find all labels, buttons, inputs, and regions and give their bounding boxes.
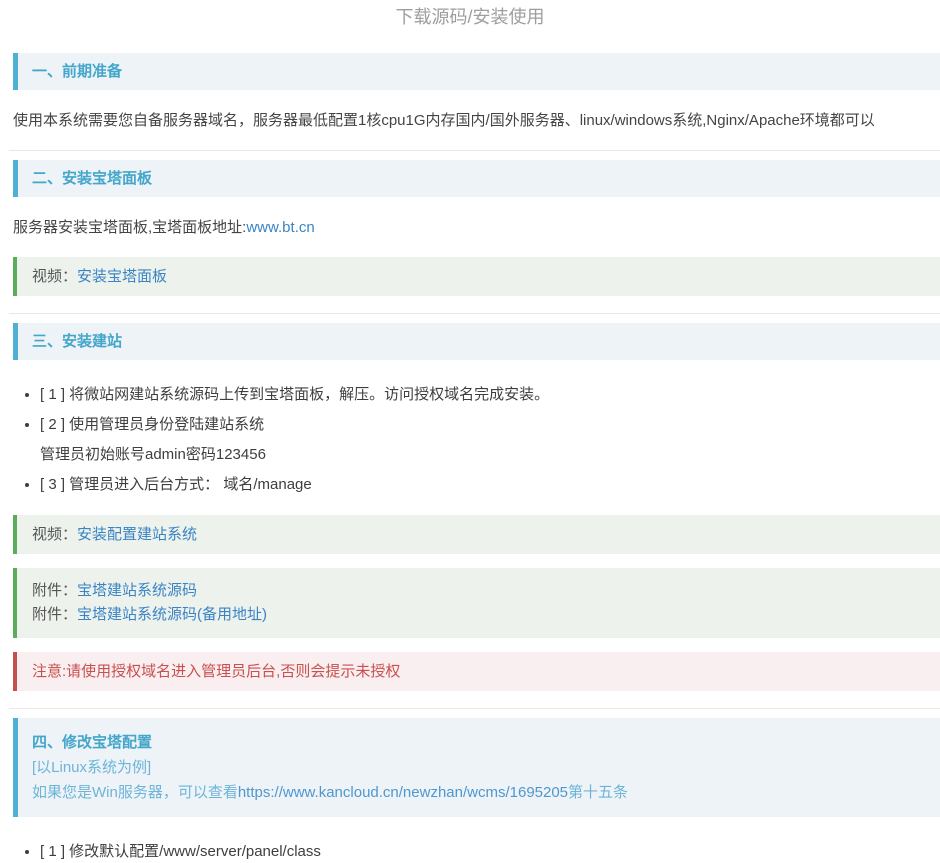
section-heading-preparation: 一、前期准备: [13, 53, 940, 90]
win-note-prefix: 如果您是Win服务器，可以查看: [32, 784, 238, 801]
step2-text: [ 2 ] 使用管理员身份登陆建站系统: [40, 416, 264, 433]
attachment-link-source-backup[interactable]: 宝塔建站系统源码(备用地址): [77, 606, 267, 623]
attachment-line-2: 附件：宝塔建站系统源码(备用地址): [32, 603, 922, 627]
section-heading-install-site: 三、安装建站: [13, 323, 940, 360]
video-label: 视频：: [32, 526, 77, 543]
video-note-configure-site: 视频：安装配置建站系统: [13, 515, 940, 554]
section-modify-config-box: 四、修改宝塔配置 [以Linux系统为例] 如果您是Win服务器，可以查看htt…: [13, 718, 940, 817]
attachment-link-source[interactable]: 宝塔建站系统源码: [77, 582, 197, 599]
bt-cn-link[interactable]: www.bt.cn: [246, 219, 314, 236]
list-item-step2: [ 2 ] 使用管理员身份登陆建站系统 管理员初始账号admin密码123456: [40, 414, 940, 466]
attachment-line-1: 附件：宝塔建站系统源码: [32, 579, 922, 603]
kancloud-link[interactable]: https://www.kancloud.cn/newzhan/wcms/169…: [238, 784, 568, 801]
authorization-warning: 注意:请使用授权域名进入管理员后台,否则会提示未授权: [13, 652, 940, 691]
install-guide-page: 下载源码/安装使用 一、前期准备 使用本系统需要您自备服务器域名，服务器最低配置…: [0, 0, 940, 863]
step3-text: [ 3 ] 管理员进入后台方式： 域名/manage: [40, 476, 312, 493]
paragraph-panel-address: 服务器安装宝塔面板,宝塔面板地址:www.bt.cn: [13, 217, 940, 239]
step1-text: [ 1 ] 将微站网建站系统源码上传到宝塔面板，解压。访问授权域名完成安装。: [40, 386, 549, 403]
section-heading-install-panel: 二、安装宝塔面板: [13, 160, 940, 197]
win-server-note: 如果您是Win服务器，可以查看https://www.kancloud.cn/n…: [32, 780, 922, 805]
win-note-suffix: 第十五条: [568, 784, 628, 801]
page-title: 下载源码/安装使用: [0, 0, 940, 29]
video-link-install-panel[interactable]: 安装宝塔面板: [77, 268, 167, 285]
attachments-note: 附件：宝塔建站系统源码 附件：宝塔建站系统源码(备用地址): [13, 568, 940, 638]
section-divider: [9, 708, 940, 709]
list-item-step3: [ 3 ] 管理员进入后台方式： 域名/manage: [40, 474, 940, 496]
section-heading-modify-config: 四、修改宝塔配置: [32, 730, 922, 755]
section-divider: [9, 313, 940, 314]
video-note-install-panel: 视频：安装宝塔面板: [13, 257, 940, 296]
step2-subline: 管理员初始账号admin密码123456: [40, 444, 940, 466]
section-divider: [9, 150, 940, 151]
attachment-label: 附件：: [32, 606, 77, 623]
modify-default-text: [ 1 ] 修改默认配置/www/server/panel/class: [40, 843, 321, 860]
linux-example-note: [以Linux系统为例]: [32, 755, 922, 780]
list-item-step1: [ 1 ] 将微站网建站系统源码上传到宝塔面板，解压。访问授权域名完成安装。: [40, 384, 940, 406]
video-link-configure-site[interactable]: 安装配置建站系统: [77, 526, 197, 543]
paragraph-preparation: 使用本系统需要您自备服务器域名，服务器最低配置1核cpu1G内存国内/国外服务器…: [13, 110, 940, 132]
install-steps-list: [ 1 ] 将微站网建站系统源码上传到宝塔面板，解压。访问授权域名完成安装。 […: [13, 384, 940, 496]
video-label: 视频：: [32, 268, 77, 285]
attachment-label: 附件：: [32, 582, 77, 599]
list-item-modify-default: [ 1 ] 修改默认配置/www/server/panel/class: [40, 841, 940, 863]
modify-config-list: [ 1 ] 修改默认配置/www/server/panel/class: [13, 841, 940, 863]
panel-address-text: 服务器安装宝塔面板,宝塔面板地址:: [13, 219, 246, 236]
